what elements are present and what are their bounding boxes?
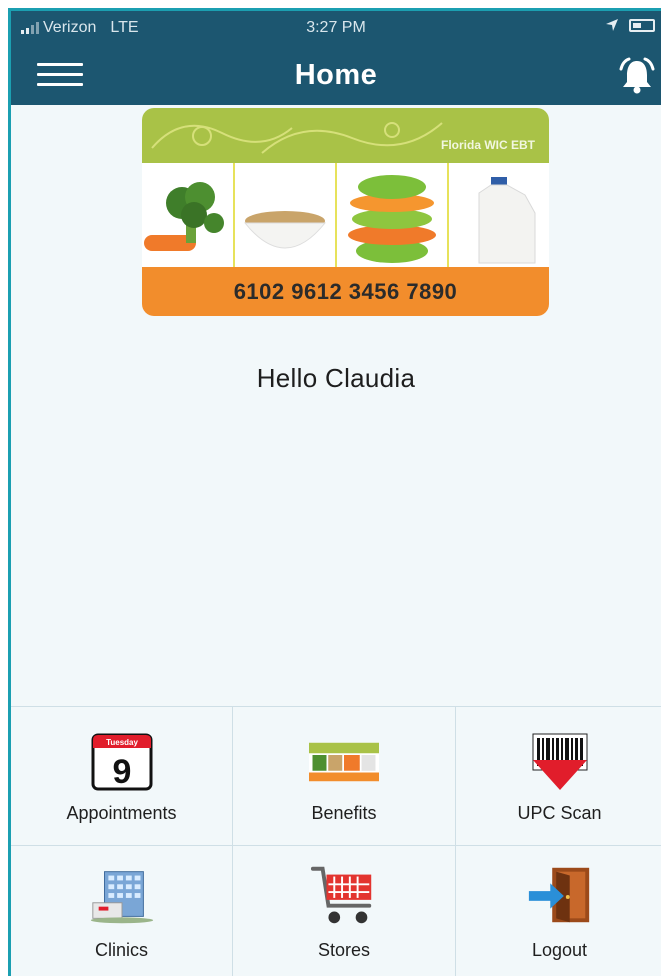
shopping-cart-icon — [309, 860, 379, 930]
status-time: 3:27 PM — [306, 19, 366, 36]
stores-label: Stores — [317, 940, 371, 960]
upc-scan-label: UPC Scan — [517, 803, 602, 823]
appointments-label: Appointments — [66, 803, 177, 823]
home-menu-grid: Tuesday 9 Appointments Benefits UPC Scan… — [11, 706, 661, 976]
wic-ebt-card-image: Florida WIC EBT 6102 9612 3456 7890 — [142, 108, 549, 316]
card-number-band: 6102 9612 3456 7890 — [142, 267, 549, 316]
fruit-stack-image — [337, 163, 449, 267]
appointments-tile[interactable]: Tuesday 9 Appointments — [11, 707, 233, 846]
card-swirl-decoration — [151, 122, 443, 154]
benefits-card-icon — [309, 727, 379, 797]
logout-label: Logout — [531, 940, 588, 960]
card-header-band: Florida WIC EBT — [142, 108, 549, 163]
greeting-text: Hello Claudia — [256, 363, 416, 393]
status-right — [605, 18, 655, 32]
location-arrow-icon — [606, 19, 618, 31]
battery-icon — [629, 18, 655, 32]
stores-tile[interactable]: Stores — [233, 846, 456, 976]
logout-door-icon — [525, 860, 595, 930]
clinics-label: Clinics — [94, 940, 148, 960]
page-title: Home — [294, 59, 378, 91]
logout-tile[interactable]: Logout — [456, 846, 661, 976]
milk-jug-image — [449, 163, 549, 267]
card-number: 6102 9612 3456 7890 — [233, 279, 458, 304]
oatmeal-bowl-image — [235, 163, 337, 267]
status-bar: Verizon LTE 3:27 PM — [11, 11, 661, 45]
calendar-day-number: 9 — [112, 753, 131, 791]
calendar-day-name: Tuesday — [106, 738, 138, 747]
clinics-tile[interactable]: Clinics — [11, 846, 233, 976]
alarm-bell-icon[interactable] — [617, 57, 657, 95]
hospital-building-icon — [87, 860, 157, 930]
calendar-icon: Tuesday 9 — [87, 727, 157, 797]
broccoli-carrot-image — [142, 163, 235, 267]
card-brand-text: Florida WIC EBT — [441, 138, 535, 152]
upc-scan-tile[interactable]: UPC Scan — [456, 707, 661, 846]
nav-bar: Home — [11, 45, 661, 105]
barcode-scan-icon — [525, 727, 595, 797]
benefits-label: Benefits — [311, 803, 377, 823]
card-food-images — [142, 163, 549, 267]
benefits-tile[interactable]: Benefits — [233, 707, 456, 846]
app-frame: Verizon LTE 3:27 PM Home Florida WIC EBT… — [8, 8, 661, 976]
